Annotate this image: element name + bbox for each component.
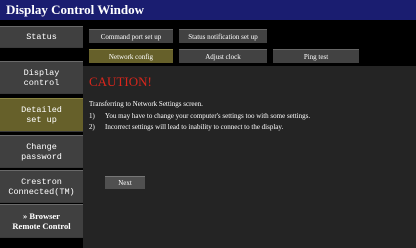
note-text: Incorrect settings will lead to inabilit… bbox=[105, 123, 284, 131]
sidebar-item-change-password[interactable]: Change password bbox=[0, 135, 83, 168]
title-bar: Display Control Window bbox=[0, 0, 416, 20]
tab-status-notification-set-up[interactable]: Status notification set up bbox=[179, 29, 267, 43]
sidebar-item-display-control[interactable]: Display control bbox=[0, 61, 83, 94]
main-panel: Command port set up Status notification … bbox=[83, 20, 416, 248]
tab-ping-test[interactable]: Ping test bbox=[273, 49, 359, 63]
sidebar-item-detailed-set-up[interactable]: Detailed set up bbox=[0, 98, 83, 132]
sidebar-item-crestron-connected[interactable]: Crestron Connected(TM) bbox=[0, 170, 83, 203]
display-control-window: Display Control Window Status Display co… bbox=[0, 0, 416, 248]
note-number: 1) bbox=[89, 112, 95, 120]
sidebar: Status Display control Detailed set up C… bbox=[0, 20, 83, 248]
note-text: You may have to change your computer's s… bbox=[105, 112, 311, 120]
note-number: 2) bbox=[89, 123, 95, 131]
tab-command-port-set-up[interactable]: Command port set up bbox=[89, 29, 173, 43]
next-button[interactable]: Next bbox=[105, 176, 145, 189]
sidebar-item-browser-remote-control[interactable]: » Browser Remote Control bbox=[0, 204, 83, 238]
intro-text: Transferring to Network Settings screen. bbox=[89, 100, 203, 108]
tab-network-config[interactable]: Network config bbox=[89, 49, 173, 63]
window-title: Display Control Window bbox=[6, 2, 144, 17]
sidebar-item-status[interactable]: Status bbox=[0, 26, 83, 48]
tab-adjust-clock[interactable]: Adjust clock bbox=[179, 49, 267, 63]
tab-bar: Command port set up Status notification … bbox=[83, 20, 416, 66]
caution-heading: CAUTION! bbox=[89, 74, 152, 89]
